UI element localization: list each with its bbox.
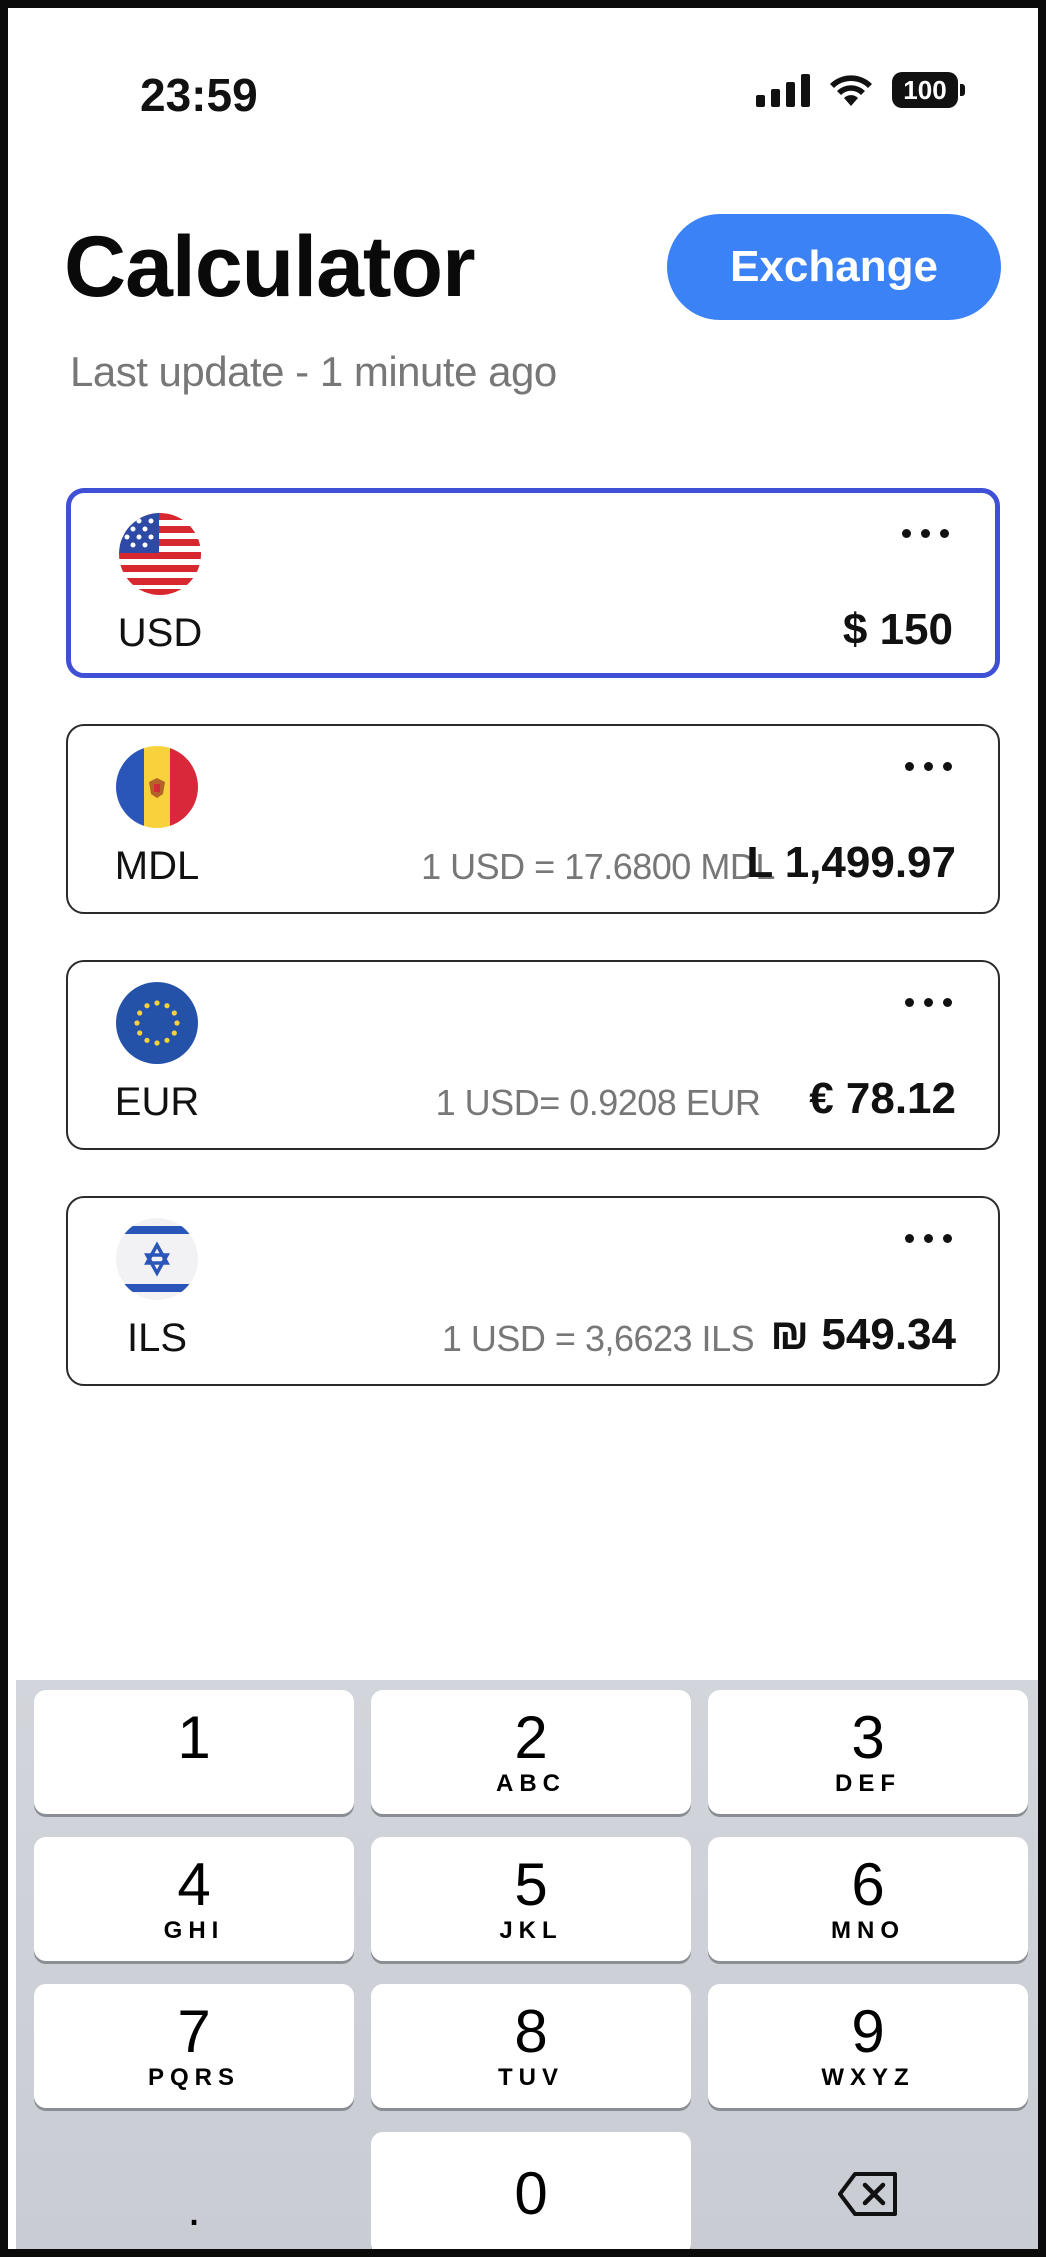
key-6[interactable]: 6 MNO bbox=[708, 1837, 1028, 1961]
key-letters: WXYZ bbox=[821, 2064, 915, 2091]
key-digit: 1 bbox=[177, 1704, 211, 1771]
key-letters: TUV bbox=[498, 2064, 564, 2091]
key-decimal[interactable]: . bbox=[34, 2132, 354, 2249]
app-frame: 23:59 100 Calculator Exchange Last updat… bbox=[0, 0, 1046, 2257]
key-digit: 2 bbox=[514, 1704, 548, 1771]
key-3[interactable]: 3 DEF bbox=[708, 1690, 1028, 1814]
currency-code: ILS bbox=[126, 1316, 188, 1360]
key-digit: . bbox=[187, 2182, 201, 2236]
key-digit: 0 bbox=[514, 2160, 548, 2227]
key-letters: DEF bbox=[835, 1770, 901, 1797]
signal-icon bbox=[756, 73, 810, 107]
currency-card-usd[interactable]: USD $ 150 bbox=[66, 488, 1000, 678]
key-letters: JKL bbox=[499, 1917, 563, 1944]
page-title: Calculator bbox=[64, 219, 476, 315]
key-digit: 4 bbox=[177, 1851, 211, 1918]
eu-flag-icon bbox=[116, 982, 198, 1064]
key-letters: GHI bbox=[163, 1917, 225, 1944]
key-digit: 6 bbox=[851, 1851, 885, 1918]
numeric-keypad: 1 2 ABC 3 DEF 4 GHI 5 JKL 6 MNO 7 PQRS 8 bbox=[16, 1680, 1038, 2249]
key-9[interactable]: 9 WXYZ bbox=[708, 1984, 1028, 2108]
currency-amount[interactable]: € 78.12 bbox=[809, 1074, 956, 1124]
battery-icon: 100 bbox=[892, 72, 965, 108]
israel-flag-icon bbox=[116, 1218, 198, 1300]
currency-code: EUR bbox=[114, 1080, 200, 1124]
key-1[interactable]: 1 bbox=[34, 1690, 354, 1814]
more-options-icon[interactable] bbox=[902, 523, 949, 543]
more-options-icon[interactable] bbox=[905, 756, 952, 776]
key-2[interactable]: 2 ABC bbox=[371, 1690, 691, 1814]
currency-code: MDL bbox=[114, 844, 200, 888]
key-0[interactable]: 0 bbox=[371, 2132, 691, 2249]
currency-amount[interactable]: $ 150 bbox=[843, 605, 953, 655]
key-8[interactable]: 8 TUV bbox=[371, 1984, 691, 2108]
backspace-key[interactable] bbox=[708, 2132, 1028, 2249]
battery-level: 100 bbox=[903, 74, 947, 105]
status-time: 23:59 bbox=[140, 69, 258, 121]
exchange-button[interactable]: Exchange bbox=[667, 214, 1001, 320]
wifi-icon bbox=[828, 73, 874, 107]
key-digit: 5 bbox=[514, 1851, 548, 1918]
more-options-icon[interactable] bbox=[905, 992, 952, 1012]
currency-card-mdl[interactable]: MDL 1 USD = 17.6800 MDL L 1,499.97 bbox=[66, 724, 1000, 914]
last-update-text: Last update - 1 minute ago bbox=[70, 348, 557, 395]
key-5[interactable]: 5 JKL bbox=[371, 1837, 691, 1961]
key-letters: PQRS bbox=[147, 2064, 240, 2091]
key-digit: 7 bbox=[177, 1998, 211, 2065]
key-letters: ABC bbox=[496, 1770, 566, 1797]
exchange-rate: 1 USD= 0.9208 EUR bbox=[435, 1082, 761, 1123]
key-digit: 9 bbox=[851, 1998, 885, 2065]
key-7[interactable]: 7 PQRS bbox=[34, 1984, 354, 2108]
key-digit: 3 bbox=[851, 1704, 885, 1771]
key-letters: MNO bbox=[831, 1917, 905, 1944]
status-icons: 100 bbox=[756, 68, 965, 112]
key-digit: 8 bbox=[514, 1998, 548, 2065]
us-flag-icon bbox=[119, 513, 201, 595]
moldova-flag-icon bbox=[116, 746, 198, 828]
currency-amount[interactable]: L 1,499.97 bbox=[746, 838, 956, 888]
currency-card-eur[interactable]: EUR 1 USD= 0.9208 EUR € 78.12 bbox=[66, 960, 1000, 1150]
currency-card-ils[interactable]: ILS 1 USD = 3,6623 ILS ₪ 549.34 bbox=[66, 1196, 1000, 1386]
currency-amount[interactable]: ₪ 549.34 bbox=[770, 1310, 956, 1360]
backspace-icon bbox=[838, 2172, 897, 2216]
currency-code: USD bbox=[117, 611, 203, 655]
more-options-icon[interactable] bbox=[905, 1228, 952, 1248]
key-4[interactable]: 4 GHI bbox=[34, 1837, 354, 1961]
